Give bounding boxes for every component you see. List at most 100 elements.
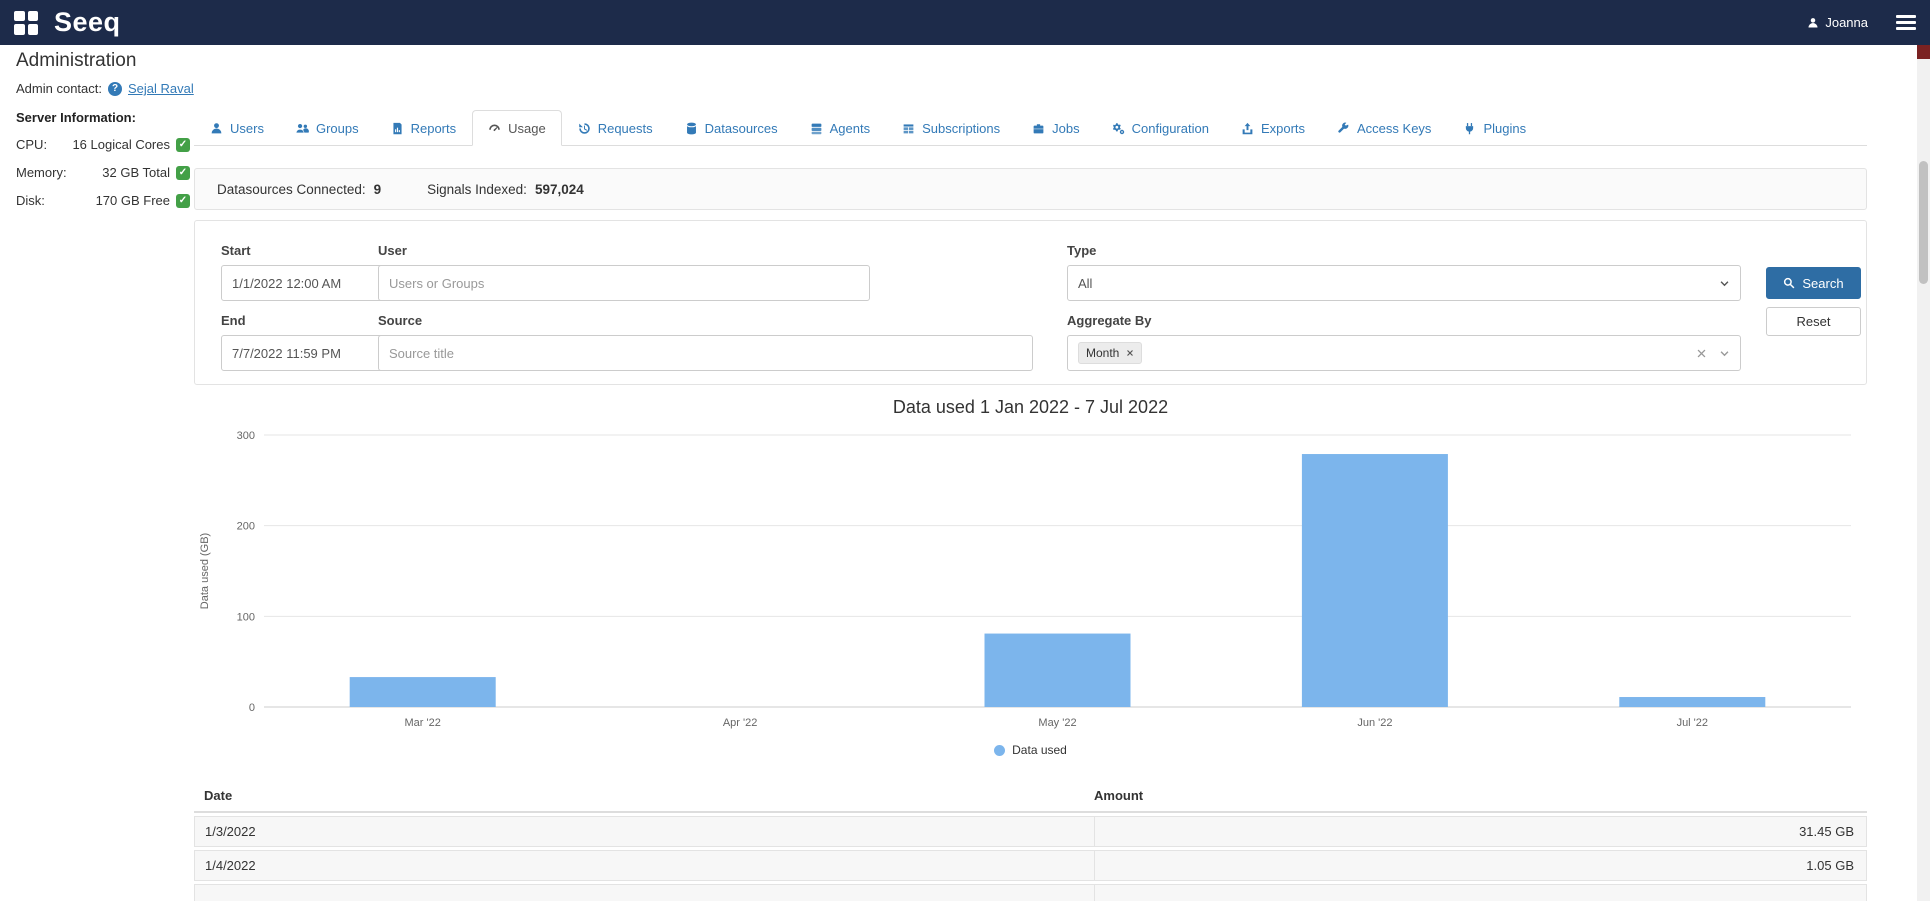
chart-legend[interactable]: Data used [194,741,1867,759]
database-icon [685,122,698,135]
signals-indexed-label: Signals Indexed: [427,182,527,197]
top-navbar: Seeq Joanna [0,0,1930,45]
clear-icon[interactable] [1696,348,1707,359]
tab-label: Usage [508,121,546,136]
type-select[interactable]: All [1067,265,1741,301]
tab-subscriptions[interactable]: Subscriptions [886,110,1016,146]
gears-icon [1112,122,1125,135]
svg-text:200: 200 [237,521,255,533]
server-info-list: CPU:16 Logical Cores✓ Memory: 32 GB Total ✓… [16,137,190,208]
tab-access-keys[interactable]: Access Keys [1321,110,1447,146]
question-circle-icon: ? [108,82,122,96]
server-info-label: Memory: [16,165,67,180]
svg-text:Jun '22: Jun '22 [1357,717,1392,729]
reset-button[interactable]: Reset [1766,307,1861,336]
history-icon [578,122,591,135]
tab-plugins[interactable]: Plugins [1447,110,1542,146]
tab-jobs[interactable]: Jobs [1016,110,1095,146]
start-datetime-input[interactable] [221,265,401,301]
usage-table-header: Date Amount [194,783,1867,813]
legend-label: Data used [1012,743,1067,757]
user-icon [1807,17,1819,29]
users-icon [296,122,309,135]
scrollbar-thumb[interactable] [1919,161,1928,284]
user-search-input[interactable] [378,265,870,301]
svg-text:300: 300 [237,430,255,442]
server-info-panel: Server Information: CPU:16 Logical Cores… [16,110,190,221]
tab-users[interactable]: Users [194,110,280,146]
aggregate-by-multiselect[interactable]: Month [1067,335,1741,371]
tab-label: Configuration [1132,121,1209,136]
vertical-scrollbar[interactable] [1917,45,1930,901]
tab-label: Reports [411,121,457,136]
tab-agents[interactable]: Agents [794,110,886,146]
gauge-icon [488,122,501,135]
tab-requests[interactable]: Requests [562,110,669,146]
bar-Jul '22 [1619,697,1765,707]
filters-panel: Start User Type End Source Aggregate By … [194,220,1867,385]
date-cell: 1/4/2022 [195,851,1095,880]
hamburger-menu-icon[interactable] [1896,12,1916,33]
check-icon: ✓ [176,194,190,208]
usage-table: Date Amount 1/3/202231.45 GB 1/4/20221.05… [194,783,1867,901]
source-input[interactable] [378,335,1033,371]
server-info-row: CPU:16 Logical Cores✓ [16,137,190,152]
search-icon [1783,277,1795,289]
bar-Mar '22 [350,677,496,707]
bar-Jun '22 [1302,454,1448,707]
admin-contact-label: Admin contact: [16,81,102,96]
amount-cell: 1.05 GB [1095,851,1866,880]
svg-text:0: 0 [249,702,255,714]
signals-indexed-value: 597,024 [535,182,584,197]
tab-label: Datasources [705,121,778,136]
tab-datasources[interactable]: Datasources [669,110,794,146]
tab-label: Access Keys [1357,121,1431,136]
tab-label: Users [230,121,264,136]
svg-text:100: 100 [237,611,255,623]
table-icon [902,122,915,135]
check-icon: ✓ [176,138,190,152]
chevron-down-icon[interactable] [1719,348,1730,359]
table-row [194,884,1867,901]
user-name: Joanna [1825,15,1868,30]
tab-label: Jobs [1052,121,1079,136]
server-info-label: Disk: [16,193,45,208]
user-label: User [378,243,407,258]
bar-May '22 [984,634,1130,707]
tab-label: Agents [830,121,870,136]
server-info-value: 32 GB Total [102,165,170,180]
report-icon [391,122,404,135]
table-row: 1/3/202231.45 GB [194,816,1867,847]
admin-contact: Admin contact: ? Sejal Raval [16,81,194,96]
svg-text:Apr '22: Apr '22 [723,717,758,729]
seeq-logo[interactable]: Seeq [54,9,121,36]
svg-text:May '22: May '22 [1038,717,1076,729]
plug-icon [1463,122,1476,135]
wrench-icon [1337,122,1350,135]
tab-configuration[interactable]: Configuration [1096,110,1225,146]
usage-chart: 0100200300Data used (GB)Mar '22Apr '22Ma… [194,421,1867,741]
datasources-connected: Datasources Connected: 9 [217,182,381,197]
tab-exports[interactable]: Exports [1225,110,1321,146]
app-grid-icon[interactable] [14,11,38,35]
tab-label: Groups [316,121,359,136]
tab-groups[interactable]: Groups [280,110,375,146]
svg-text:Data used (GB): Data used (GB) [199,533,211,609]
legend-marker [994,745,1005,756]
search-button[interactable]: Search [1766,267,1861,299]
user-menu[interactable]: Joanna [1807,15,1868,30]
admin-contact-link[interactable]: Sejal Raval [128,81,194,96]
aggregate-by-label: Aggregate By [1067,313,1152,328]
server-info-value: 170 GB Free [96,193,170,208]
server-info-row: Disk: 170 GB Free ✓ [16,193,190,208]
chevron-down-icon [1719,278,1730,289]
remove-tag-icon[interactable] [1126,349,1134,357]
user-icon [210,122,223,135]
end-datetime-input[interactable] [221,335,401,371]
server-info-label: CPU: [16,137,47,152]
date-cell: 1/3/2022 [195,817,1095,846]
type-label: Type [1067,243,1096,258]
tab-reports[interactable]: Reports [375,110,473,146]
type-select-value: All [1078,276,1092,291]
tab-usage[interactable]: Usage [472,110,562,146]
